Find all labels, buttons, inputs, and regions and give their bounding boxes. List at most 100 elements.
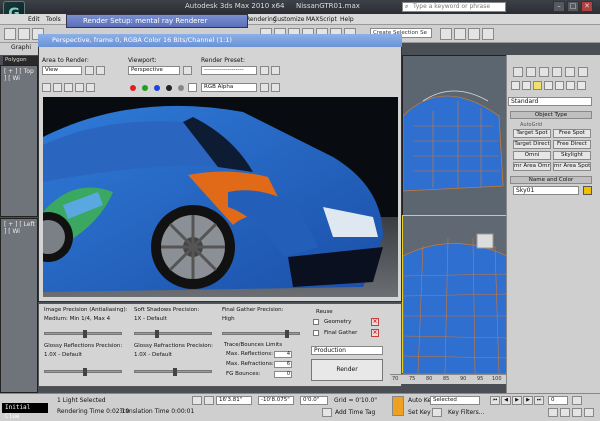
object-color-swatch[interactable] xyxy=(583,186,592,195)
clear-geometry-cache-icon[interactable]: × xyxy=(371,318,379,326)
background-swatch-icon[interactable] xyxy=(188,83,197,92)
play-icon[interactable]: ▶ xyxy=(512,396,522,405)
final-gather-lock-checkbox[interactable] xyxy=(313,330,319,336)
toggle-ui-icon[interactable] xyxy=(260,83,269,92)
skylight-button[interactable]: Skylight xyxy=(553,151,591,160)
area-to-render-select[interactable]: View xyxy=(42,66,82,75)
space-warps-icon[interactable] xyxy=(566,81,575,90)
lock-viewport-icon[interactable] xyxy=(183,66,192,75)
alpha-channel-icon[interactable] xyxy=(166,85,172,91)
current-frame-field[interactable]: 0 xyxy=(548,396,568,405)
production-select[interactable]: Production xyxy=(311,346,383,355)
redo-icon[interactable] xyxy=(18,28,30,40)
quick-render-icon[interactable] xyxy=(454,28,466,40)
object-name-field[interactable]: Sky01 xyxy=(513,186,579,195)
glossy-refractions-slider[interactable] xyxy=(134,368,212,376)
light-category-select[interactable]: Standard xyxy=(508,97,592,106)
lock-selection-icon[interactable] xyxy=(192,396,202,405)
shapes-icon[interactable] xyxy=(522,81,531,90)
omni-button[interactable]: Omni xyxy=(513,151,551,160)
orbit-icon[interactable] xyxy=(572,408,582,417)
green-channel-icon[interactable] xyxy=(142,85,148,91)
cameras-icon[interactable] xyxy=(544,81,553,90)
display-channel-select[interactable]: RGB Alpha xyxy=(201,83,257,92)
menu-help[interactable]: Help xyxy=(340,16,354,23)
pan-icon[interactable] xyxy=(560,408,570,417)
undo-icon[interactable] xyxy=(4,28,16,40)
viewport-left[interactable]: [ + ] [ Left ] [ Wi xyxy=(0,218,38,393)
frame-window-title[interactable]: Perspective, frame 0, RGBA Color 16 Bits… xyxy=(38,34,402,47)
target-spot-button[interactable]: Target Spot xyxy=(513,129,551,138)
helpers-icon[interactable] xyxy=(555,81,564,90)
tab-polygon-modeling[interactable]: Polygon Mod xyxy=(3,56,39,72)
set-key-button[interactable]: Set Key xyxy=(408,409,431,416)
copy-image-icon[interactable] xyxy=(53,83,62,92)
viewport-perspective[interactable] xyxy=(402,215,508,375)
auto-region-icon[interactable] xyxy=(96,66,105,75)
time-tag-icon[interactable] xyxy=(322,408,332,417)
print-image-icon[interactable] xyxy=(75,83,84,92)
teapot-render-icon[interactable] xyxy=(482,28,494,40)
key-filters-button[interactable]: Key Filters... xyxy=(448,409,485,416)
z-coordinate-field[interactable]: 0'0.0" xyxy=(300,396,328,405)
viewport-left-label[interactable]: [ + ] [ Left ] [ Wi xyxy=(4,221,37,235)
menu-maxscript[interactable]: MAXScript xyxy=(306,16,337,23)
maximize-viewport-icon[interactable] xyxy=(584,408,594,417)
object-type-rollout[interactable]: Object Type xyxy=(510,111,592,119)
y-coordinate-field[interactable]: -10'8.075" xyxy=(258,396,294,405)
render-setup-title-bar[interactable]: Render Setup: mental ray Renderer xyxy=(66,14,248,28)
key-mode-icon[interactable] xyxy=(392,396,404,416)
free-spot-button[interactable]: Free Spot xyxy=(553,129,591,138)
fg-bounces-spinner[interactable]: 0 xyxy=(274,371,292,378)
utilities-tab-icon[interactable] xyxy=(578,67,588,77)
zoom-icon[interactable] xyxy=(548,408,558,417)
lights-icon[interactable] xyxy=(533,81,542,90)
close-button[interactable]: ✕ xyxy=(581,1,593,12)
viewport-top[interactable]: [ + ] [ Top ] [ Wi xyxy=(0,65,38,217)
autogrid-checkbox[interactable]: AutoGrid xyxy=(520,122,542,128)
clear-image-icon[interactable] xyxy=(86,83,95,92)
add-time-tag-button[interactable]: Add Time Tag xyxy=(335,409,375,416)
menu-customize[interactable]: Customize xyxy=(273,16,305,23)
go-to-end-icon[interactable]: ⏭ xyxy=(534,396,544,405)
render-preset-select[interactable]: -------------------- xyxy=(201,66,257,75)
red-channel-icon[interactable] xyxy=(130,85,136,91)
set-key-filter-icon[interactable] xyxy=(432,408,442,417)
glossy-reflections-slider[interactable] xyxy=(44,368,122,376)
final-gather-slider[interactable] xyxy=(222,330,300,338)
motion-tab-icon[interactable] xyxy=(552,67,562,77)
clear-fg-cache-icon[interactable]: × xyxy=(371,329,379,337)
next-frame-icon[interactable]: ▶ xyxy=(523,396,533,405)
viewport-top-label[interactable]: [ + ] [ Top ] [ Wi xyxy=(4,68,37,82)
tab-graphite[interactable]: Graphi xyxy=(11,44,31,51)
render-button[interactable]: Render xyxy=(311,359,383,381)
geometry-lock-checkbox[interactable] xyxy=(313,319,319,325)
soft-shadows-slider[interactable] xyxy=(134,330,212,338)
mr-area-spot-button[interactable]: mr Area Spot xyxy=(553,162,591,171)
info-panel-icon[interactable] xyxy=(271,83,280,92)
geometry-icon[interactable] xyxy=(511,81,520,90)
target-direct-button[interactable]: Target Direct xyxy=(513,140,551,149)
maximize-button[interactable]: □ xyxy=(567,1,579,12)
image-precision-thumb[interactable] xyxy=(83,330,87,338)
save-image-icon[interactable] xyxy=(42,83,51,92)
clone-window-icon[interactable] xyxy=(64,83,73,92)
absolute-mode-icon[interactable] xyxy=(204,396,214,405)
display-tab-icon[interactable] xyxy=(565,67,575,77)
glossy-refractions-thumb[interactable] xyxy=(173,368,177,376)
hierarchy-tab-icon[interactable] xyxy=(539,67,549,77)
edit-region-icon[interactable] xyxy=(85,66,94,75)
menu-tools[interactable]: Tools xyxy=(46,16,61,23)
create-tab-icon[interactable] xyxy=(513,67,523,77)
menu-edit[interactable]: Edit xyxy=(28,16,40,23)
mono-channel-icon[interactable] xyxy=(178,85,184,91)
mr-area-omni-button[interactable]: mr Area Omni xyxy=(513,162,551,171)
selected-key-select[interactable]: Selected xyxy=(430,396,480,405)
systems-icon[interactable] xyxy=(577,81,586,90)
go-to-start-icon[interactable]: ⏮ xyxy=(490,396,500,405)
modify-tab-icon[interactable] xyxy=(526,67,536,77)
environment-icon[interactable] xyxy=(271,66,280,75)
name-color-rollout[interactable]: Name and Color xyxy=(510,176,592,184)
image-precision-slider[interactable] xyxy=(44,330,122,338)
viewport-front[interactable] xyxy=(402,55,507,216)
